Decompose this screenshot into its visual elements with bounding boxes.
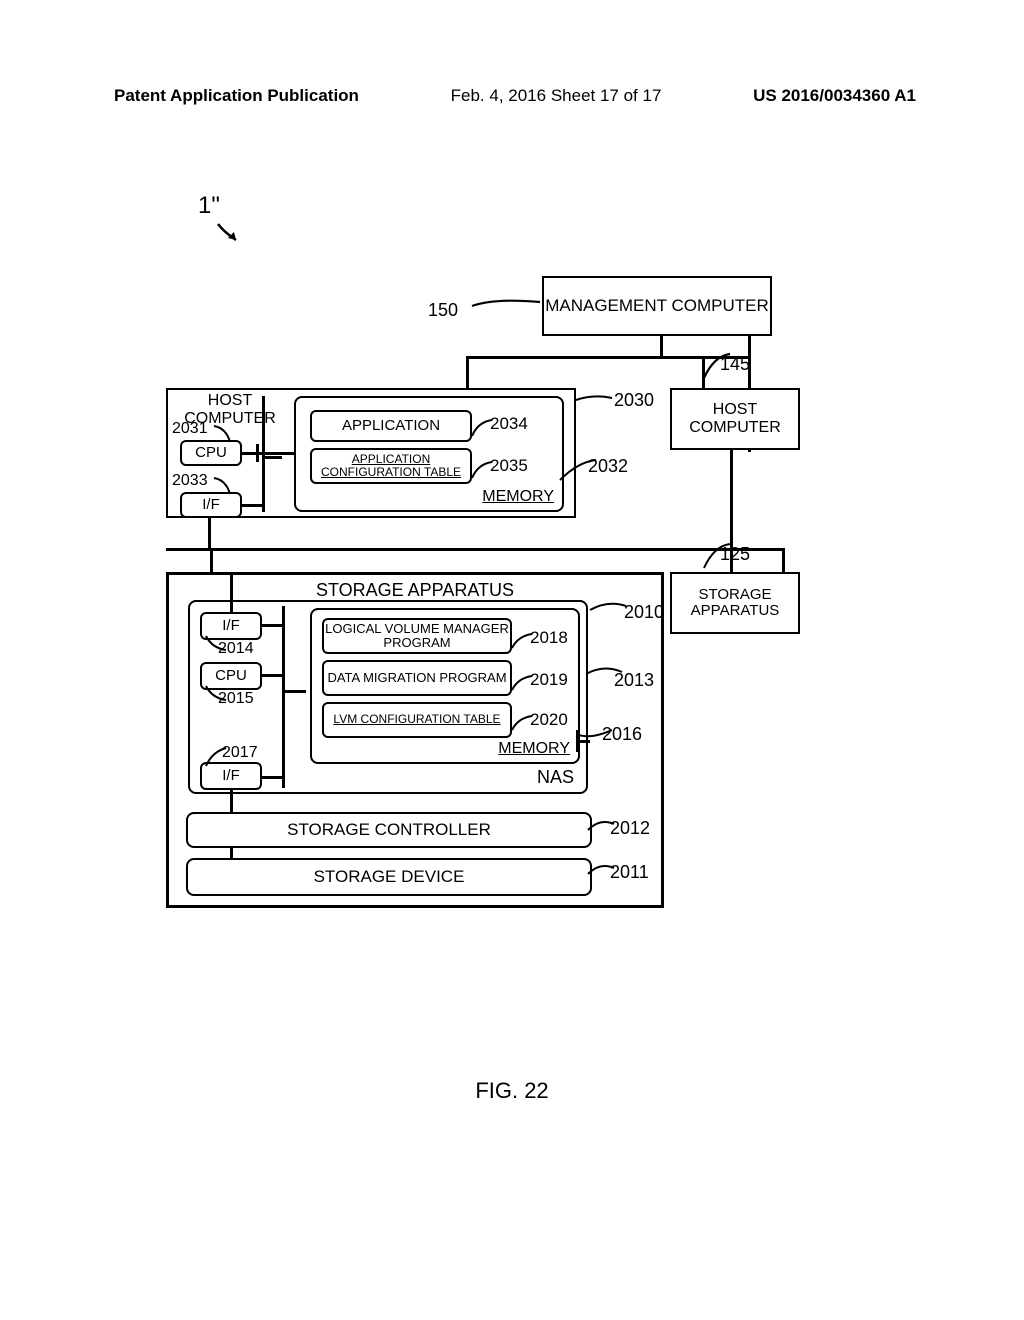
host-cpu-label: CPU [195, 445, 227, 462]
storage-apparatus-title: STORAGE APPARATUS [166, 580, 664, 601]
storage-controller-box: STORAGE CONTROLLER [186, 812, 592, 848]
host-top-across [466, 356, 704, 359]
application-box: APPLICATION [310, 410, 472, 442]
ref-2033-leader-icon [214, 476, 238, 498]
data-migration-box: DATA MIGRATION PROGRAM [322, 660, 512, 696]
ref-150-leader-icon [472, 298, 542, 328]
nas-if-top-conn [262, 624, 284, 627]
diagram-ref-arrow-icon [214, 220, 244, 250]
storage-device-box: STORAGE DEVICE [186, 858, 592, 896]
net-to-storage [210, 548, 213, 572]
ref-2031: 2031 [172, 420, 208, 438]
ref-2017-leader-icon [204, 748, 228, 770]
nas-cpu-conn [262, 674, 284, 677]
nas-mem-conn [284, 690, 306, 693]
management-computer-label: MANAGEMENT COMPUTER [545, 297, 769, 316]
storage-apparatus-right-box: STORAGE APPARATUS [670, 572, 800, 634]
ref-2035-leader-icon [470, 460, 494, 482]
nas-memory-label: MEMORY [498, 740, 570, 758]
nas-internal-bus [282, 606, 285, 788]
lvm-config-table-box: LVM CONFIGURATION TABLE [322, 702, 512, 738]
ref-2016-leader-icon [576, 724, 616, 752]
nas-if-bottom-label: I/F [222, 768, 240, 785]
ref-125-leader-icon [700, 544, 730, 572]
host-cpu-tick [256, 444, 259, 462]
nas-mem-out-b [576, 730, 579, 752]
ref-2034: 2034 [490, 414, 528, 434]
diagram-reference-label: 1" [198, 192, 220, 220]
nas-cpu-label: CPU [215, 668, 247, 685]
ref-2019: 2019 [530, 670, 568, 690]
network-145-bus [166, 548, 784, 551]
host-computer-right-label: HOST COMPUTER [672, 401, 798, 436]
ref-2013-leader-icon [586, 664, 626, 696]
host-computer-right-box: HOST COMPUTER [670, 388, 800, 450]
management-computer-box: MANAGEMENT COMPUTER [542, 276, 772, 336]
ref-2020-leader-icon [510, 714, 534, 734]
lvm-program-box: LOGICAL VOLUME MANAGER PROGRAM [322, 618, 512, 654]
ref-2033: 2033 [172, 472, 208, 490]
ref-2018: 2018 [530, 628, 568, 648]
host-cpu-conn-b [264, 456, 282, 459]
ref-2014-leader-icon [204, 636, 228, 654]
ref-145-leader-icon [700, 354, 730, 382]
ref-2031-leader-icon [214, 424, 238, 446]
host-top-up [466, 356, 469, 388]
host-memory-label: MEMORY [482, 488, 554, 506]
storage-right-up2 [782, 548, 785, 572]
figure-caption: FIG. 22 [0, 1078, 1024, 1104]
net-145-stub [660, 336, 663, 358]
ref-2034-leader-icon [470, 418, 494, 440]
storage-device-label: STORAGE DEVICE [314, 868, 465, 887]
host-mem-conn [264, 452, 294, 455]
lvm-program-label: LOGICAL VOLUME MANAGER PROGRAM [324, 622, 510, 651]
ref-2020: 2020 [530, 710, 568, 730]
ref-2012-leader-icon [588, 818, 618, 840]
ref-2010: 2010 [624, 602, 664, 623]
host-if-conn [242, 504, 264, 507]
storage-right-up [730, 548, 733, 572]
ctrl-to-device [230, 848, 233, 858]
ref-2019-leader-icon [510, 674, 534, 694]
host-if-down [208, 518, 211, 548]
ref-2030-leader-icon [576, 394, 616, 414]
data-migration-label: DATA MIGRATION PROGRAM [327, 671, 506, 685]
header-mid: Feb. 4, 2016 Sheet 17 of 17 [451, 86, 662, 106]
host-right-down [730, 450, 733, 548]
nas-if-bot-conn [262, 776, 284, 779]
ref-2015-leader-icon [204, 686, 228, 704]
host-cpu-conn-a [242, 452, 264, 455]
host-right-up [702, 356, 705, 388]
ref-2032-leader-icon [560, 460, 600, 490]
header-right: US 2016/0034360 A1 [753, 86, 916, 106]
app-config-table-box: APPLICATION CONFIGURATION TABLE [310, 448, 472, 484]
nas-if-bot-out [230, 790, 233, 812]
header-left: Patent Application Publication [114, 86, 359, 106]
storage-controller-label: STORAGE CONTROLLER [287, 821, 491, 840]
ref-150: 150 [428, 300, 458, 321]
app-config-table-label: APPLICATION CONFIGURATION TABLE [312, 453, 470, 479]
ref-2011-leader-icon [588, 862, 618, 884]
application-label: APPLICATION [342, 418, 440, 435]
nas-if-top-out [230, 572, 233, 612]
nas-label: NAS [537, 768, 574, 788]
ref-2010-leader-icon [590, 600, 630, 622]
host-if-label: I/F [202, 497, 220, 514]
page-header: Patent Application Publication Feb. 4, 2… [0, 86, 1024, 106]
ref-2018-leader-icon [510, 632, 534, 652]
storage-apparatus-right-label: STORAGE APPARATUS [672, 587, 798, 620]
ref-2035: 2035 [490, 456, 528, 476]
nas-if-top-label: I/F [222, 618, 240, 635]
lvm-config-table-label: LVM CONFIGURATION TABLE [333, 713, 500, 726]
ref-2030: 2030 [614, 390, 654, 411]
